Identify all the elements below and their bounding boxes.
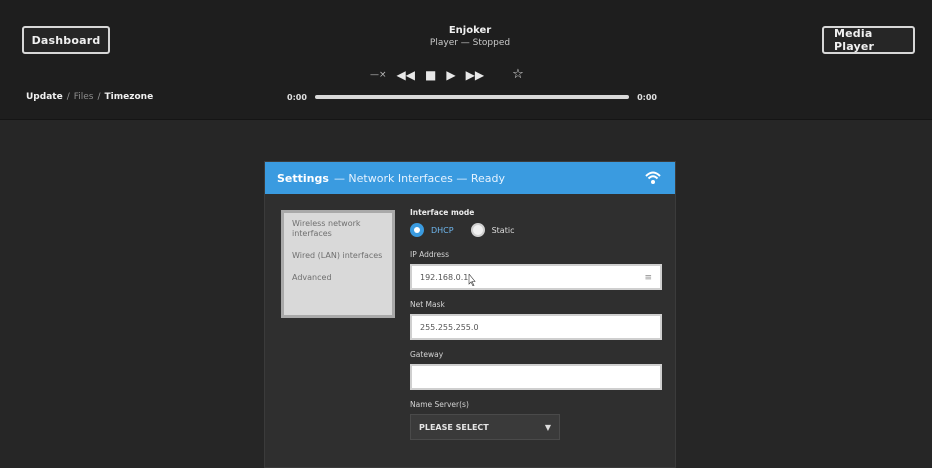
- dashboard-button[interactable]: Dashboard: [22, 26, 110, 54]
- breadcrumb-files[interactable]: Files: [74, 92, 94, 102]
- volume-icon[interactable]: —×: [370, 69, 387, 81]
- play-icon[interactable]: ▶: [446, 69, 455, 81]
- interface-mode-radios: DHCP Static: [410, 222, 662, 238]
- name-server-label: Name Server(s): [410, 400, 469, 409]
- now-playing: Enjoker Player — Stopped: [400, 24, 540, 49]
- mouse-cursor-icon: [468, 274, 476, 286]
- now-playing-title: Enjoker: [448, 25, 492, 36]
- gateway-label: Gateway: [410, 350, 444, 359]
- previous-icon[interactable]: ◀◀: [397, 69, 415, 81]
- ip-address-input[interactable]: 192.168.0.1 ≡: [410, 264, 662, 290]
- progress-bar: 0:00 0:00: [287, 91, 657, 103]
- net-mask-label: Net Mask: [410, 300, 445, 309]
- time-elapsed: 0:00: [287, 92, 307, 102]
- name-server-select-value: PLEASE SELECT: [419, 422, 489, 432]
- ip-address-label: IP Address: [410, 250, 449, 259]
- radio-dhcp[interactable]: [410, 223, 424, 237]
- side-menu-advanced[interactable]: Advanced: [292, 273, 384, 283]
- settings-dialog: Settings — Network Interfaces — Ready Wi…: [264, 161, 676, 468]
- breadcrumb: Update / Files / Timezone: [26, 92, 154, 102]
- breadcrumb-update[interactable]: Update: [26, 92, 63, 102]
- net-mask-value: 255.255.255.0: [420, 322, 479, 332]
- star-icon[interactable]: ☆: [512, 68, 524, 81]
- gateway-input[interactable]: [410, 364, 662, 390]
- side-menu-wired[interactable]: Wired (LAN) interfaces: [292, 251, 384, 261]
- radio-dhcp-label[interactable]: DHCP: [431, 226, 454, 235]
- name-server-select[interactable]: PLEASE SELECT ▼: [410, 414, 560, 440]
- next-icon[interactable]: ▶▶: [466, 69, 484, 81]
- media-player-button[interactable]: Media Player: [822, 26, 915, 54]
- network-form: Interface mode DHCP Static IP Address 19…: [410, 208, 662, 440]
- playback-controls: —× ◀◀ ■ ▶ ▶▶ ☆: [370, 64, 570, 86]
- ip-address-value: 192.168.0.1: [420, 272, 469, 282]
- dialog-title: Settings: [277, 171, 329, 185]
- dialog-subtitle: — Network Interfaces — Ready: [333, 171, 505, 185]
- interface-mode-label: Interface mode: [410, 208, 475, 217]
- seek-track[interactable]: [315, 95, 629, 99]
- net-mask-input[interactable]: 255.255.255.0: [410, 314, 662, 340]
- seek-fill: [315, 95, 629, 99]
- breadcrumb-timezone[interactable]: Timezone: [105, 92, 154, 102]
- now-playing-subtitle: Player — Stopped: [429, 38, 511, 48]
- side-menu-wireless[interactable]: Wireless network interfaces: [292, 219, 384, 239]
- time-total: 0:00: [637, 92, 657, 102]
- stop-icon[interactable]: ■: [425, 69, 436, 81]
- radio-static-label[interactable]: Static: [492, 226, 515, 235]
- radio-static[interactable]: [470, 223, 485, 237]
- dialog-header: Settings — Network Interfaces — Ready: [265, 162, 675, 194]
- wifi-icon[interactable]: [645, 170, 661, 186]
- settings-side-menu: Wireless network interfaces Wired (LAN) …: [281, 210, 395, 318]
- top-bar: Dashboard Enjoker Player — Stopped —× ◀◀…: [0, 0, 932, 120]
- input-clear-icon[interactable]: ≡: [644, 273, 652, 283]
- chevron-down-icon: ▼: [544, 423, 551, 432]
